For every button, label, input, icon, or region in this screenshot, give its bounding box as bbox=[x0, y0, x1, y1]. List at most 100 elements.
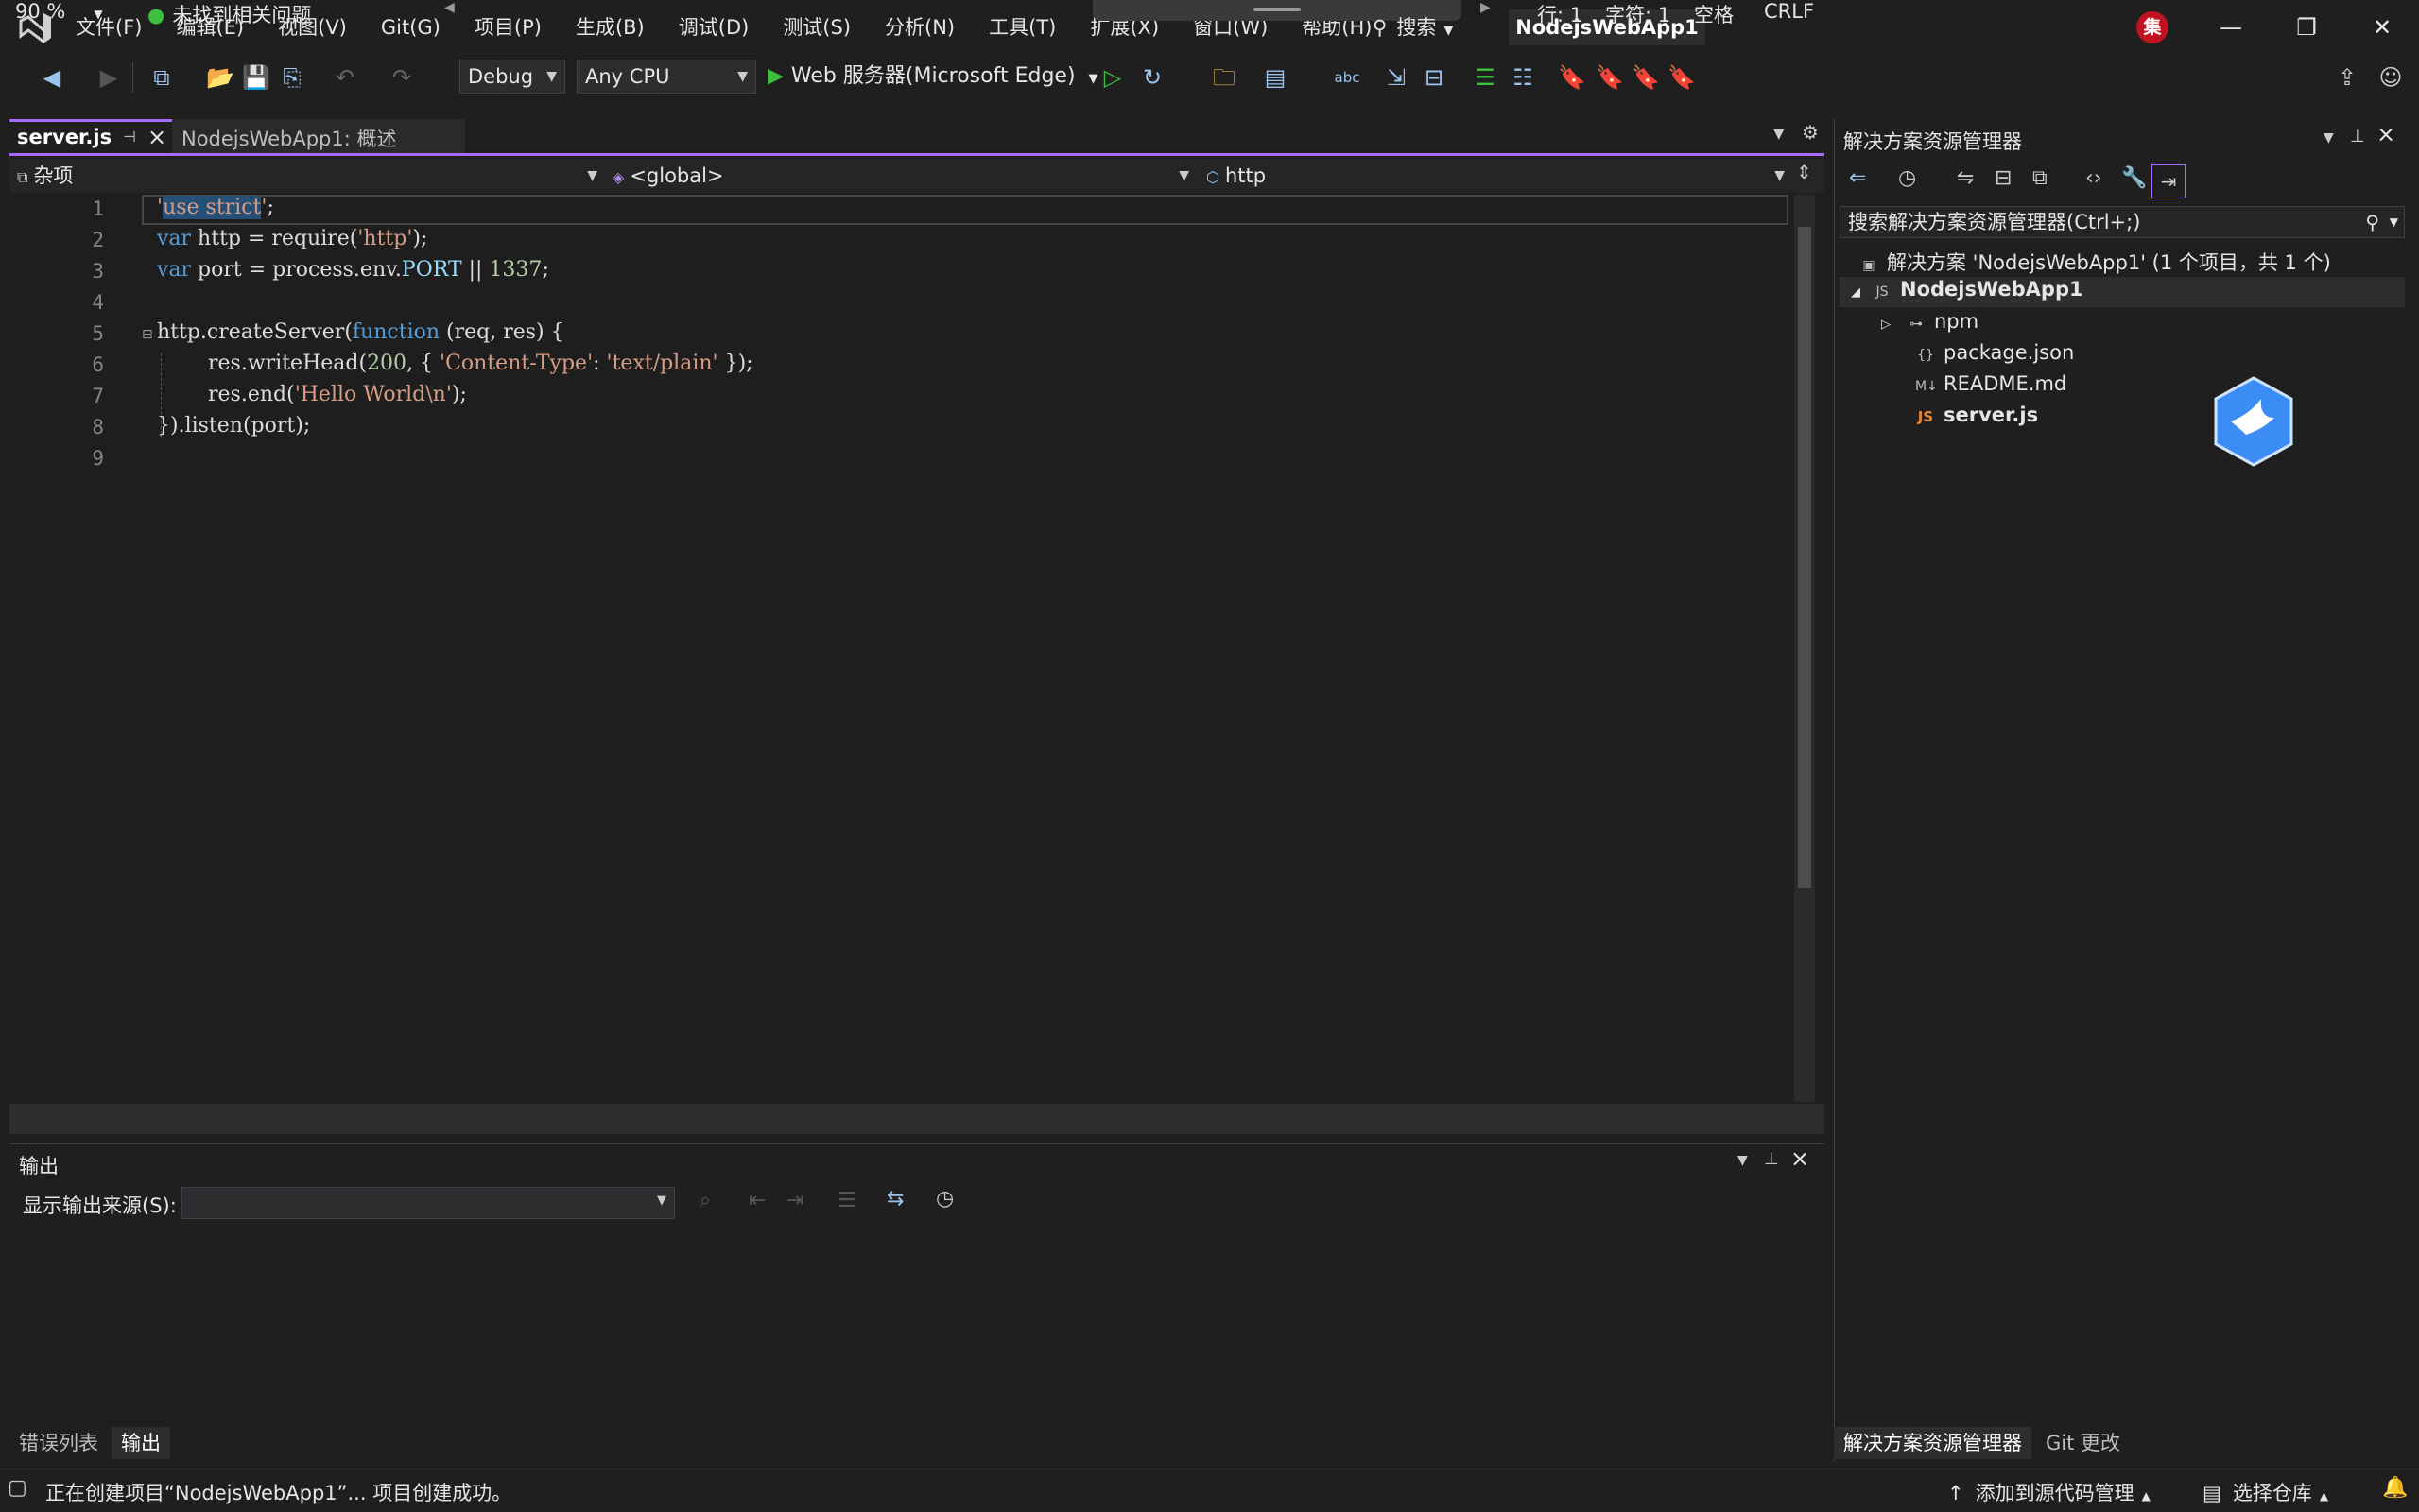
notification-panel-icon[interactable]: ▢ bbox=[8, 1476, 27, 1500]
line-indicator[interactable]: 行: 1 bbox=[1537, 0, 1582, 28]
menu-analyze[interactable]: 分析(N) bbox=[868, 0, 972, 55]
column-indicator[interactable]: 字符: 1 bbox=[1605, 0, 1670, 28]
tree-item-npm[interactable]: ▷ ⊶ npm bbox=[1881, 310, 1978, 333]
word-wrap-icon[interactable]: ⇆ bbox=[887, 1187, 904, 1211]
close-window-button[interactable]: ✕ bbox=[2344, 0, 2419, 55]
properties-wrench-icon[interactable]: 🔧 bbox=[2121, 166, 2147, 190]
prev-message-icon[interactable]: ⇤ bbox=[749, 1189, 766, 1212]
minimize-button[interactable]: — bbox=[2193, 0, 2269, 55]
scrollbar-thumb[interactable] bbox=[1798, 227, 1811, 888]
code-line-1[interactable]: 'use strict'; bbox=[157, 196, 274, 219]
browse-folder-icon[interactable]: 🗀 bbox=[1210, 63, 1238, 92]
find-message-icon[interactable]: ⌕ bbox=[700, 1189, 711, 1212]
start-without-debugging-icon[interactable]: ▷ bbox=[1098, 63, 1127, 92]
code-line-6[interactable]: res.writeHead(200, { 'Content-Type': 'te… bbox=[208, 352, 753, 375]
share-icon[interactable]: ⇪ bbox=[2333, 63, 2361, 92]
feedback-icon[interactable]: ☺ bbox=[2376, 63, 2405, 92]
clear-all-icon[interactable]: ☰ bbox=[838, 1189, 856, 1212]
split-editor-icon[interactable]: ⇕ bbox=[1796, 161, 1812, 183]
tab-solution-explorer[interactable]: 解决方案资源管理器 bbox=[1834, 1427, 2031, 1459]
scope-dropdown[interactable]: ◈ <global> ▼ bbox=[613, 161, 1195, 191]
undo-icon[interactable]: ↶ bbox=[331, 63, 359, 92]
notifications-bell-icon[interactable]: 🔔 bbox=[2382, 1476, 2408, 1500]
outdent-icon[interactable]: ☷ bbox=[1509, 63, 1537, 92]
scroll-right-icon[interactable]: ▶ bbox=[1480, 0, 1491, 15]
configuration-select[interactable]: Debug ▼ bbox=[459, 60, 565, 94]
zoom-select[interactable]: 90 % ▼ bbox=[15, 0, 103, 23]
platform-select[interactable]: Any CPU ▼ bbox=[577, 60, 756, 94]
scroll-left-icon[interactable]: ◀ bbox=[444, 0, 455, 15]
issues-indicator[interactable]: ● 未找到相关问题 bbox=[147, 0, 311, 28]
indent-icon[interactable]: ☰ bbox=[1471, 63, 1499, 92]
tree-item-readme[interactable]: M↓ README.md bbox=[1915, 372, 2066, 395]
spellcheck-icon[interactable]: abc bbox=[1333, 63, 1361, 92]
show-all-files-icon[interactable]: ⧉ bbox=[2032, 166, 2048, 190]
tab-git-changes[interactable]: Git 更改 bbox=[2036, 1427, 2130, 1459]
eol-indicator[interactable]: CRLF bbox=[1764, 0, 1814, 23]
save-icon[interactable]: 💾 bbox=[242, 63, 270, 92]
top-search[interactable]: ⚲ 搜索 ▼ bbox=[1373, 0, 1453, 55]
split-icon[interactable]: ⊟ bbox=[1420, 63, 1448, 92]
tab-server-js[interactable]: server.js ⊣ × bbox=[9, 119, 172, 153]
start-debugging-button[interactable]: ▶ Web 服务器(Microsoft Edge) ▼ bbox=[768, 60, 1098, 94]
tab-project-overview[interactable]: NodejsWebApp1: 概述 bbox=[172, 119, 465, 153]
next-bookmark-icon[interactable]: 🔖 bbox=[1632, 63, 1660, 92]
clock-icon[interactable]: ◷ bbox=[936, 1187, 954, 1211]
pin-icon[interactable]: ⊣ bbox=[123, 128, 136, 146]
sync-icon[interactable]: ⇋ bbox=[1957, 166, 1974, 190]
whitespace-indicator[interactable]: 空格 bbox=[1694, 0, 1734, 28]
code-line-7[interactable]: res.end('Hello World\n'); bbox=[208, 383, 467, 406]
close-icon[interactable]: × bbox=[2376, 121, 2395, 147]
restore-button[interactable]: ❐ bbox=[2269, 0, 2344, 55]
pending-changes-icon[interactable]: ◷ bbox=[1898, 166, 1916, 190]
avatar[interactable]: 集 bbox=[2136, 11, 2168, 43]
code-line-2[interactable]: var http = require('http'); bbox=[157, 227, 427, 250]
preview-selected-icon[interactable]: ⇥ bbox=[2151, 164, 2186, 198]
floating-bird-app-icon[interactable] bbox=[2212, 376, 2295, 467]
save-all-icon[interactable]: ⎘ bbox=[278, 63, 306, 92]
solution-search-input[interactable]: 搜索解决方案资源管理器(Ctrl+;) ⚲ ▼ bbox=[1840, 206, 2405, 238]
tree-solution[interactable]: ▣ 解决方案 'NodejsWebApp1' (1 个项目，共 1 个) bbox=[1858, 248, 2330, 276]
pin-icon[interactable]: ⊥ bbox=[2350, 127, 2365, 146]
project-dropdown[interactable]: ⧉ 杂项 ▼ bbox=[17, 161, 603, 191]
forward-icon[interactable]: ▶ bbox=[95, 63, 123, 92]
member-dropdown[interactable]: ⬡ http ▼ bbox=[1206, 161, 1790, 191]
menu-debug[interactable]: 调试(D) bbox=[662, 0, 767, 55]
layout-icon[interactable]: ▤ bbox=[1261, 63, 1289, 92]
panel-menu-icon[interactable]: ▼ bbox=[1737, 1153, 1748, 1168]
close-icon[interactable]: × bbox=[147, 124, 166, 150]
output-source-select[interactable]: ▼ bbox=[181, 1187, 675, 1219]
hot-reload-icon[interactable]: ↻ bbox=[1138, 63, 1166, 92]
tab-output[interactable]: 输出 bbox=[112, 1427, 170, 1459]
menu-test[interactable]: 测试(S) bbox=[766, 0, 868, 55]
menu-tools[interactable]: 工具(T) bbox=[972, 0, 1073, 55]
pin-icon[interactable]: ⊥ bbox=[1764, 1149, 1779, 1169]
tab-error-list[interactable]: 错误列表 bbox=[9, 1427, 108, 1459]
new-project-icon[interactable]: ⧉ bbox=[147, 63, 176, 92]
code-line-8[interactable]: }).listen(port); bbox=[157, 414, 310, 438]
collapse-all-icon[interactable]: ⊟ bbox=[1995, 166, 2012, 190]
prev-bookmark-icon[interactable]: 🔖 bbox=[1596, 63, 1624, 92]
step-icon[interactable]: ⇲ bbox=[1382, 63, 1410, 92]
tree-item-server-js[interactable]: JS server.js bbox=[1915, 404, 2038, 426]
open-folder-icon[interactable]: 📂 bbox=[206, 63, 234, 92]
bookmark-icon[interactable]: 🔖 bbox=[1558, 63, 1586, 92]
fold-toggle-icon[interactable]: ⊟ bbox=[142, 327, 153, 342]
menu-project[interactable]: 项目(P) bbox=[458, 0, 559, 55]
back-icon[interactable]: ◀ bbox=[38, 63, 66, 92]
tab-list-dropdown-icon[interactable]: ▼ bbox=[1773, 125, 1785, 142]
add-source-control-button[interactable]: ↑ 添加到源代码管理 ▲ bbox=[1947, 1478, 2151, 1506]
panel-menu-icon[interactable]: ▼ bbox=[2324, 130, 2334, 146]
code-line-3[interactable]: var port = process.env.PORT || 1337; bbox=[157, 258, 549, 282]
output-text-area[interactable] bbox=[9, 1228, 1824, 1423]
select-repository-button[interactable]: ▤ 选择仓库 ▲ bbox=[2203, 1478, 2328, 1506]
code-view-icon[interactable]: ‹› bbox=[2085, 166, 2102, 190]
menu-build[interactable]: 生成(B) bbox=[559, 0, 662, 55]
gear-icon[interactable]: ⚙ bbox=[1802, 121, 1819, 144]
code-line-5[interactable]: http.createServer(function (req, res) { bbox=[157, 320, 564, 344]
close-icon[interactable]: × bbox=[1790, 1145, 1809, 1172]
next-message-icon[interactable]: ⇥ bbox=[786, 1189, 803, 1212]
tree-project[interactable]: ◢ JS NodejsWebApp1 bbox=[1851, 278, 2083, 301]
tree-item-package-json[interactable]: {} package.json bbox=[1915, 341, 2074, 364]
clear-bookmarks-icon[interactable]: 🔖 bbox=[1667, 63, 1696, 92]
